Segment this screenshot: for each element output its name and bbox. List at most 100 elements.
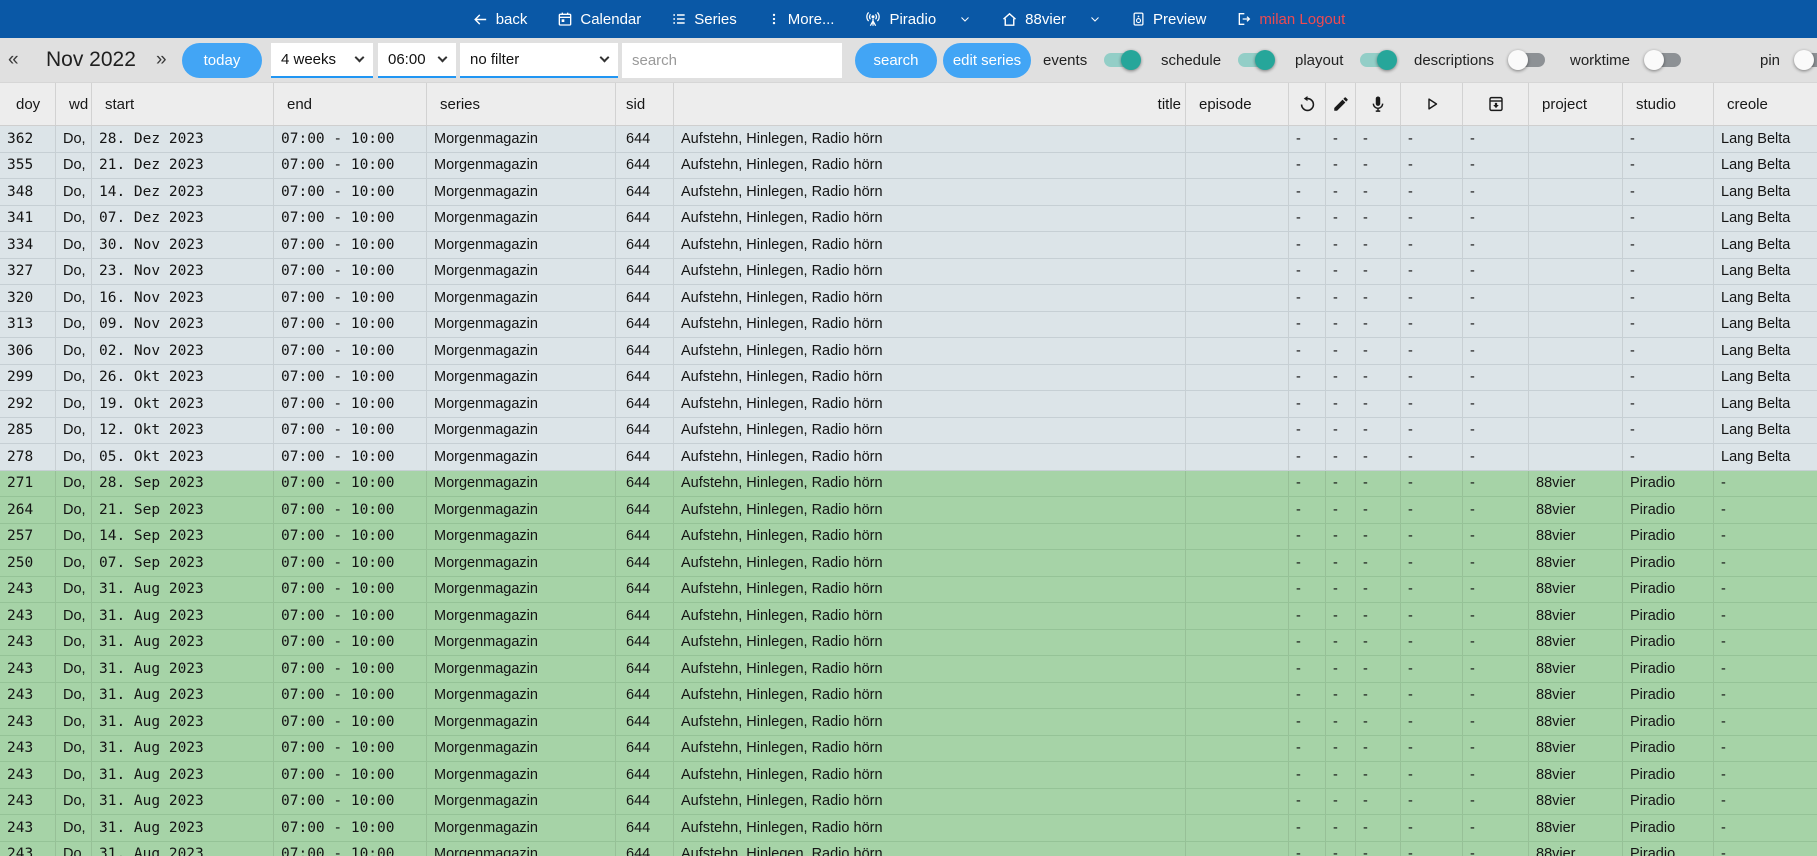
cell-end: 07:00 - 10:00: [274, 550, 427, 576]
cell-start: 12. Okt 2023: [92, 418, 274, 444]
table-row[interactable]: 243Do,31. Aug 202307:00 - 10:00Morgenmag…: [0, 577, 1817, 604]
cell-project: 88vier: [1529, 815, 1623, 841]
station-menu[interactable]: Piradio: [864, 10, 971, 28]
nav-series[interactable]: Series: [671, 11, 737, 28]
edit-series-button[interactable]: edit series: [943, 43, 1031, 78]
cell-ic5: -: [1463, 630, 1529, 656]
table-row[interactable]: 320Do,16. Nov 202307:00 - 10:00Morgenmag…: [0, 285, 1817, 312]
table-row[interactable]: 348Do,14. Dez 202307:00 - 10:00Morgenmag…: [0, 179, 1817, 206]
table-row[interactable]: 299Do,26. Okt 202307:00 - 10:00Morgenmag…: [0, 365, 1817, 392]
toggle-label: descriptions: [1414, 52, 1494, 69]
logout-button[interactable]: milan Logout: [1236, 11, 1345, 28]
events-toggle[interactable]: [1104, 53, 1138, 67]
table-row[interactable]: 278Do,05. Okt 202307:00 - 10:00Morgenmag…: [0, 444, 1817, 471]
preview-button[interactable]: Preview: [1131, 11, 1206, 28]
cell-wd: Do,: [56, 736, 92, 762]
schedule-toggle[interactable]: [1238, 53, 1272, 67]
table-row[interactable]: 243Do,31. Aug 202307:00 - 10:00Morgenmag…: [0, 683, 1817, 710]
table-row[interactable]: 243Do,31. Aug 202307:00 - 10:00Morgenmag…: [0, 736, 1817, 763]
table-row[interactable]: 313Do,09. Nov 202307:00 - 10:00Morgenmag…: [0, 312, 1817, 339]
cell-creole: -: [1714, 550, 1817, 576]
table-row[interactable]: 334Do,30. Nov 202307:00 - 10:00Morgenmag…: [0, 232, 1817, 259]
cell-start: 30. Nov 2023: [92, 232, 274, 258]
nav-calendar[interactable]: Calendar: [557, 11, 641, 28]
cell-ic2: -: [1326, 206, 1356, 232]
cell-ic4: -: [1401, 232, 1463, 258]
pin-toggle[interactable]: [1797, 53, 1817, 67]
nav-more[interactable]: More...: [767, 11, 835, 28]
cell-end: 07:00 - 10:00: [274, 789, 427, 815]
cell-episode: [1186, 815, 1289, 841]
cell-project: 88vier: [1529, 577, 1623, 603]
table-row[interactable]: 341Do,07. Dez 202307:00 - 10:00Morgenmag…: [0, 206, 1817, 233]
today-button[interactable]: today: [182, 43, 262, 78]
cell-ic3: -: [1356, 312, 1401, 338]
cell-ic2: -: [1326, 126, 1356, 152]
cell-episode: [1186, 232, 1289, 258]
table-row[interactable]: 243Do,31. Aug 202307:00 - 10:00Morgenmag…: [0, 630, 1817, 657]
cell-sid: 644: [616, 524, 674, 550]
cell-wd: Do,: [56, 762, 92, 788]
cell-project: 88vier: [1529, 471, 1623, 497]
cell-end: 07:00 - 10:00: [274, 762, 427, 788]
table-row[interactable]: 243Do,31. Aug 202307:00 - 10:00Morgenmag…: [0, 789, 1817, 816]
table-row[interactable]: 362Do,28. Dez 202307:00 - 10:00Morgenmag…: [0, 126, 1817, 153]
cell-end: 07:00 - 10:00: [274, 842, 427, 856]
cell-project: [1529, 153, 1623, 179]
cell-ic5: -: [1463, 365, 1529, 391]
filter-select[interactable]: no filter: [460, 43, 618, 78]
range-select[interactable]: 4 weeks: [271, 43, 373, 78]
table-row[interactable]: 243Do,31. Aug 202307:00 - 10:00Morgenmag…: [0, 656, 1817, 683]
table-row[interactable]: 292Do,19. Okt 202307:00 - 10:00Morgenmag…: [0, 391, 1817, 418]
table-row[interactable]: 306Do,02. Nov 202307:00 - 10:00Morgenmag…: [0, 338, 1817, 365]
cell-ic4: -: [1401, 815, 1463, 841]
next-month-button[interactable]: »: [156, 38, 167, 82]
prev-month-button[interactable]: «: [8, 38, 19, 82]
worktime-toggle[interactable]: [1647, 53, 1681, 67]
time-select[interactable]: 06:00: [378, 43, 456, 78]
table-row[interactable]: 355Do,21. Dez 202307:00 - 10:00Morgenmag…: [0, 153, 1817, 180]
playout-toggle[interactable]: [1360, 53, 1394, 67]
table-row[interactable]: 243Do,31. Aug 202307:00 - 10:00Morgenmag…: [0, 815, 1817, 842]
table-row[interactable]: 243Do,31. Aug 202307:00 - 10:00Morgenmag…: [0, 603, 1817, 630]
cell-doy: 299: [0, 365, 56, 391]
cell-sid: 644: [616, 153, 674, 179]
cell-doy: 250: [0, 550, 56, 576]
back-button[interactable]: back: [472, 11, 528, 28]
table-row[interactable]: 257Do,14. Sep 202307:00 - 10:00Morgenmag…: [0, 524, 1817, 551]
search-input[interactable]: [622, 43, 842, 78]
cell-start: 19. Okt 2023: [92, 391, 274, 417]
table-row[interactable]: 243Do,31. Aug 202307:00 - 10:00Morgenmag…: [0, 842, 1817, 856]
range-select-value: 4 weeks: [281, 51, 336, 68]
cell-doy: 243: [0, 842, 56, 856]
cell-series: Morgenmagazin: [427, 789, 616, 815]
cell-episode: [1186, 497, 1289, 523]
site-menu[interactable]: 88vier: [1001, 11, 1101, 28]
list-icon: [671, 11, 687, 27]
cell-wd: Do,: [56, 312, 92, 338]
chevron-down-icon[interactable]: [1089, 13, 1101, 25]
table-row[interactable]: 250Do,07. Sep 202307:00 - 10:00Morgenmag…: [0, 550, 1817, 577]
table-row[interactable]: 327Do,23. Nov 202307:00 - 10:00Morgenmag…: [0, 259, 1817, 286]
search-button[interactable]: search: [855, 43, 937, 78]
cell-studio: -: [1623, 365, 1714, 391]
cell-sid: 644: [616, 285, 674, 311]
cell-ic4: -: [1401, 312, 1463, 338]
cell-ic2: -: [1326, 418, 1356, 444]
table-row[interactable]: 243Do,31. Aug 202307:00 - 10:00Morgenmag…: [0, 709, 1817, 736]
cell-ic2: -: [1326, 471, 1356, 497]
cell-series: Morgenmagazin: [427, 656, 616, 682]
cell-studio: Piradio: [1623, 683, 1714, 709]
cell-doy: 243: [0, 789, 56, 815]
cell-ic1: -: [1289, 815, 1326, 841]
chevron-down-icon[interactable]: [959, 13, 971, 25]
cell-ic4: -: [1401, 418, 1463, 444]
descriptions-toggle[interactable]: [1511, 53, 1545, 67]
table-row[interactable]: 285Do,12. Okt 202307:00 - 10:00Morgenmag…: [0, 418, 1817, 445]
table-row[interactable]: 243Do,31. Aug 202307:00 - 10:00Morgenmag…: [0, 762, 1817, 789]
cell-creole: Lang Belta: [1714, 444, 1817, 470]
table-row[interactable]: 264Do,21. Sep 202307:00 - 10:00Morgenmag…: [0, 497, 1817, 524]
table-row[interactable]: 271Do,28. Sep 202307:00 - 10:00Morgenmag…: [0, 471, 1817, 498]
cell-ic3: -: [1356, 550, 1401, 576]
cell-ic4: -: [1401, 153, 1463, 179]
